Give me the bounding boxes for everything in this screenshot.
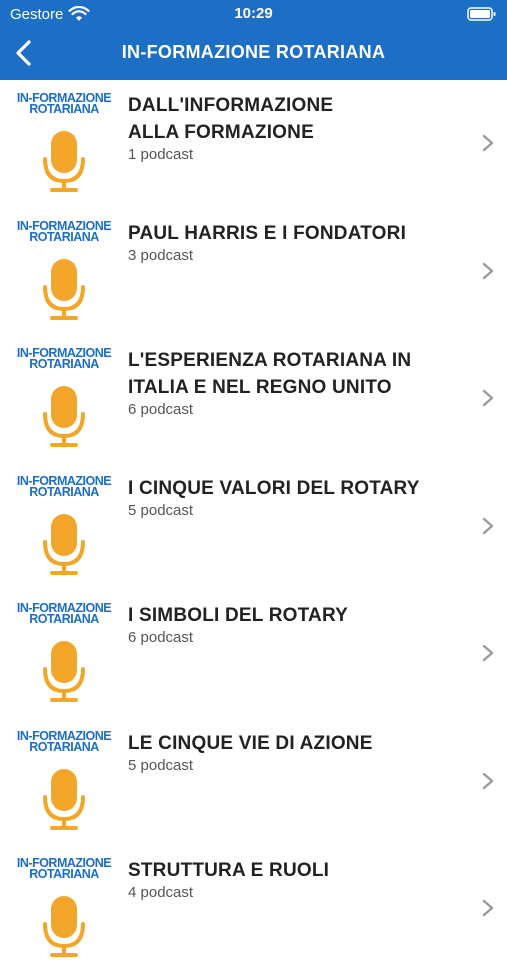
chevron-right-icon — [482, 134, 494, 152]
navigation-bar: IN-FORMAZIONE ROTARIANA — [0, 28, 507, 80]
item-podcast-count: 6 podcast — [128, 401, 194, 418]
item-title: DALL'INFORMAZIONE ALLA FORMAZIONE 1 podc… — [128, 92, 428, 164]
item-title-line2: ITALIA E NEL REGNO UNITO — [128, 377, 392, 398]
page-title: IN-FORMAZIONE ROTARIANA — [121, 42, 386, 62]
item-title: I CINQUE VALORI DEL ROTARY 5 podcast — [128, 475, 428, 520]
logo-text: IN-FORMAZIONE ROTARIANA — [10, 857, 118, 881]
item-title: LE CINQUE VIE DI AZIONE 5 podcast — [128, 730, 428, 775]
microphone-icon — [43, 131, 85, 192]
chevron-right-icon — [482, 899, 494, 917]
category-thumbnail: IN-FORMAZIONE ROTARIANA — [10, 347, 118, 452]
item-title-line2: ALLA FORMAZIONE — [128, 122, 314, 143]
item-podcast-count: 3 podcast — [128, 246, 194, 264]
item-title: I SIMBOLI DEL ROTARY 6 podcast — [128, 602, 428, 647]
item-title-line1: I SIMBOLI DEL ROTARY — [128, 605, 349, 626]
chevron-right-icon — [482, 772, 494, 789]
list-item[interactable]: IN-FORMAZIONE ROTARIANA L'ESPERIENZA ROT… — [0, 335, 507, 463]
logo-text: IN-FORMAZIONE ROTARIANA — [10, 474, 118, 499]
back-chevron-icon[interactable] — [10, 38, 40, 68]
microphone-icon — [43, 768, 85, 830]
chevron-right-icon — [482, 389, 494, 407]
microphone-icon — [43, 513, 85, 575]
item-podcast-count: 5 podcast — [128, 501, 194, 519]
microphone-icon — [43, 258, 85, 320]
item-title-line1: PAUL HARRIS E I FONDATORI — [128, 222, 407, 244]
logo-line2: ROTARIANA — [29, 867, 99, 881]
item-title-line1: DALL'INFORMAZIONE — [128, 95, 334, 116]
logo-text: IN-FORMAZIONE ROTARIANA — [10, 602, 118, 626]
list-item[interactable]: IN-FORMAZIONE ROTARIANA STRUTTURA E RUOL… — [0, 845, 507, 973]
logo-text: IN-FORMAZIONE ROTARIANA — [10, 347, 118, 371]
microphone-icon — [43, 386, 85, 447]
logo-text: IN-FORMAZIONE ROTARIANA — [10, 92, 118, 116]
category-thumbnail: IN-FORMAZIONE ROTARIANA — [10, 857, 118, 962]
item-title: STRUTTURA E RUOLI 4 podcast — [128, 857, 428, 902]
logo-line2: ROTARIANA — [29, 102, 99, 116]
microphone-icon — [43, 641, 85, 702]
item-title-line1: STRUTTURA E RUOLI — [128, 860, 330, 881]
item-podcast-count: 4 podcast — [128, 884, 194, 901]
item-title-line1: I CINQUE VALORI DEL ROTARY — [128, 477, 420, 499]
category-thumbnail: IN-FORMAZIONE ROTARIANA — [10, 729, 118, 835]
item-podcast-count: 5 podcast — [128, 756, 194, 774]
category-thumbnail: IN-FORMAZIONE ROTARIANA — [10, 602, 118, 707]
list-item[interactable]: IN-FORMAZIONE ROTARIANA I SIMBOLI DEL RO… — [0, 590, 507, 718]
category-thumbnail: IN-FORMAZIONE ROTARIANA — [10, 92, 118, 197]
chevron-right-icon — [482, 262, 494, 279]
logo-text: IN-FORMAZIONE ROTARIANA — [10, 219, 118, 244]
list-item[interactable]: IN-FORMAZIONE ROTARIANA PAUL HARRIS E I … — [0, 208, 507, 336]
item-title: L'ESPERIENZA ROTARIANA IN ITALIA E NEL R… — [128, 347, 428, 419]
item-podcast-count: 6 podcast — [128, 629, 194, 646]
microphone-icon — [43, 896, 85, 957]
podcast-category-list: IN-FORMAZIONE ROTARIANA DALL'INFORMAZION… — [0, 80, 507, 973]
status-bar: Gestore 10:29 — [0, 0, 507, 28]
list-item[interactable]: IN-FORMAZIONE ROTARIANA LE CINQUE VIE DI… — [0, 718, 507, 846]
item-podcast-count: 1 podcast — [128, 146, 194, 163]
logo-line2: ROTARIANA — [29, 739, 99, 754]
status-time: 10:29 — [234, 5, 273, 22]
logo-line2: ROTARIANA — [29, 229, 99, 244]
category-thumbnail: IN-FORMAZIONE ROTARIANA — [10, 474, 118, 580]
item-title-line1: L'ESPERIENZA ROTARIANA IN — [128, 350, 412, 371]
logo-text: IN-FORMAZIONE ROTARIANA — [10, 729, 118, 754]
battery-icon — [467, 7, 496, 21]
item-title: PAUL HARRIS E I FONDATORI 3 podcast — [128, 220, 428, 265]
list-item[interactable]: IN-FORMAZIONE ROTARIANA DALL'INFORMAZION… — [0, 80, 507, 208]
logo-line2: ROTARIANA — [29, 484, 99, 499]
item-title-line1: LE CINQUE VIE DI AZIONE — [128, 732, 373, 754]
chevron-right-icon — [482, 644, 494, 662]
list-item[interactable]: IN-FORMAZIONE ROTARIANA I CINQUE VALORI … — [0, 463, 507, 591]
logo-line2: ROTARIANA — [29, 612, 99, 626]
chevron-right-icon — [482, 517, 494, 534]
logo-line2: ROTARIANA — [29, 357, 99, 371]
category-thumbnail: IN-FORMAZIONE ROTARIANA — [10, 219, 118, 325]
